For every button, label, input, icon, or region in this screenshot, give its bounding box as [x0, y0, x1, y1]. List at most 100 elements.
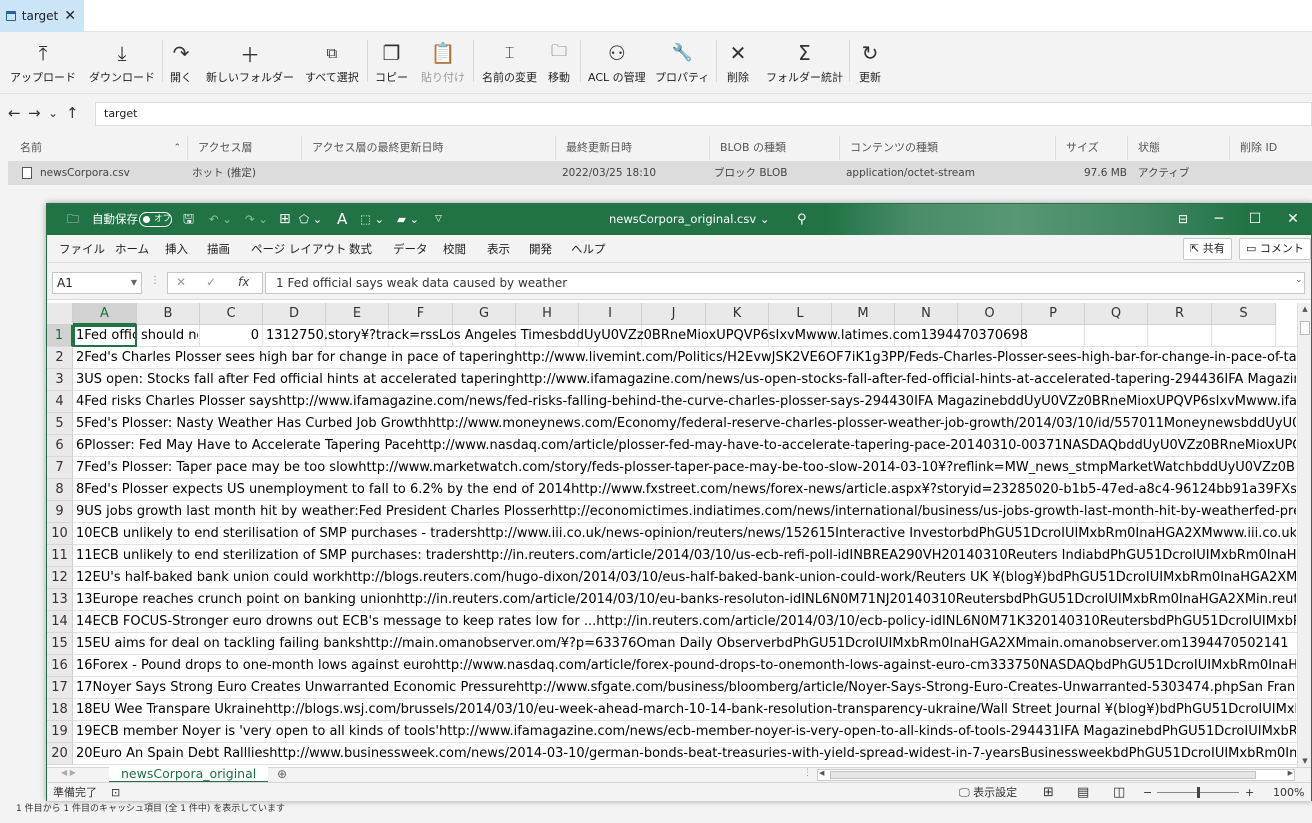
column-header-g[interactable]: G [453, 303, 516, 325]
column-size[interactable]: サイズ [1056, 136, 1128, 160]
column-header-m[interactable]: M [832, 303, 895, 325]
select-all-button[interactable]: ⧉ すべて選択 [305, 40, 359, 90]
column-tier-modified[interactable]: アクセス層の最終更新日時 [302, 136, 556, 160]
comment-button[interactable]: ▭ コメント [1239, 238, 1311, 260]
column-header-o[interactable]: O [958, 303, 1022, 325]
manage-acl-button[interactable]: ⚇ ACL の管理 [588, 40, 646, 90]
tab-developer[interactable]: 開発 [529, 235, 552, 263]
row-text[interactable]: 16Forex - Pound drops to one-month lows … [76, 655, 1296, 677]
redo-icon[interactable]: ↷ ⌄ [245, 204, 268, 235]
row-text[interactable]: 9US jobs growth last month hit by weathe… [76, 501, 1296, 523]
row-header-7[interactable]: 7 [47, 457, 73, 479]
customize-qat-icon[interactable]: ▽ [435, 204, 442, 235]
forward-arrow-icon[interactable]: → [28, 104, 41, 122]
vertical-scrollbar[interactable]: ▲ ▼ [1297, 303, 1311, 767]
row-header-10[interactable]: 10 [47, 523, 73, 545]
formula-input[interactable]: 1 Fed official says weak data caused by … [265, 272, 1305, 294]
column-header-a[interactable]: A [73, 303, 137, 325]
table-icon[interactable]: ⊞ [279, 204, 291, 235]
ribbon-display-icon[interactable]: ⊟ [1165, 204, 1201, 235]
row-text[interactable]: 13Europe reaches crunch point on banking… [76, 589, 1296, 611]
row-header-20[interactable]: 20 [47, 743, 73, 765]
zoom-out-icon[interactable]: − [1143, 783, 1152, 802]
row-text[interactable]: 8Fed's Plosser expects US unemployment t… [76, 479, 1296, 501]
row-header-16[interactable]: 16 [47, 655, 73, 677]
font-icon[interactable]: A [337, 204, 347, 235]
tab-draw[interactable]: 描画 [207, 235, 230, 263]
open-button[interactable]: ↷ 開く [170, 40, 192, 90]
zoom-in-icon[interactable]: + [1245, 783, 1254, 802]
scroll-left-icon[interactable]: ◀ [819, 769, 824, 777]
undo-icon[interactable]: ↶ ⌄ [209, 204, 232, 235]
autosave-toggle[interactable]: オフ [139, 212, 172, 227]
tab-data[interactable]: データ [393, 235, 428, 263]
share-button[interactable]: ⇱ 共有 [1183, 238, 1232, 260]
refresh-button[interactable]: ↻ 更新 [859, 40, 881, 90]
enter-icon[interactable]: ✓ [206, 275, 216, 289]
column-blob-type[interactable]: BLOB の種類 [710, 136, 840, 160]
save-icon[interactable]: 🖫 [183, 204, 194, 235]
insert-function-icon[interactable]: fx [238, 275, 249, 289]
shapes-icon[interactable]: ⬠ ⌄ [299, 204, 322, 235]
row-header-2[interactable]: 2 [47, 347, 73, 369]
normal-view-icon[interactable]: ⊞ [1043, 783, 1054, 802]
column-header-c[interactable]: C [200, 303, 263, 325]
zoom-slider-thumb[interactable] [1197, 787, 1200, 798]
name-box[interactable]: A1 ▼ [52, 272, 142, 294]
column-header-s[interactable]: S [1212, 303, 1276, 325]
worksheet-grid[interactable]: ABCDEFGHIJKLMNOPQRS 11Fed officshould no… [47, 303, 1311, 767]
close-icon[interactable]: ✕ [1275, 204, 1311, 235]
fill-color-icon[interactable]: ▰ ⌄ [397, 204, 419, 235]
column-status[interactable]: 状態 [1128, 136, 1230, 160]
row-text[interactable]: 19ECB member Noyer is 'very open to all … [76, 721, 1296, 743]
row-header-6[interactable]: 6 [47, 435, 73, 457]
column-header-d[interactable]: D [263, 303, 326, 325]
add-sheet-icon[interactable]: ⊕ [277, 767, 287, 781]
column-header-j[interactable]: J [642, 303, 706, 325]
row-text[interactable]: 18EU Wee Transpare Ukrainehttp://blogs.w… [76, 699, 1296, 721]
sheet-nav-icon[interactable]: ◀ ▶ [61, 768, 76, 777]
cell-d1[interactable]: 1312750.story¥?track=rssLos Angeles Time… [266, 325, 1311, 347]
display-settings[interactable]: 🖵 表示設定 [959, 783, 1017, 802]
column-header-h[interactable]: H [516, 303, 579, 325]
search-icon[interactable]: ⚲ [797, 204, 807, 235]
row-header-19[interactable]: 19 [47, 721, 73, 743]
minimize-icon[interactable]: ─ [1201, 204, 1237, 235]
row-header-9[interactable]: 9 [47, 501, 73, 523]
cell-b1[interactable]: should no [141, 325, 198, 347]
accessibility-icon[interactable]: ⊡ [111, 783, 120, 802]
border-icon[interactable]: ⬚ ⌄ [360, 204, 384, 235]
row-header-15[interactable]: 15 [47, 633, 73, 655]
up-arrow-icon[interactable]: ↑ [66, 104, 79, 122]
row-header-14[interactable]: 14 [47, 611, 73, 633]
scroll-down-icon[interactable]: ▼ [1300, 757, 1310, 765]
row-header-11[interactable]: 11 [47, 545, 73, 567]
page-break-view-icon[interactable]: ◫ [1113, 783, 1125, 802]
paste-button[interactable]: 📋 貼り付け [421, 40, 465, 90]
row-text[interactable]: 2Fed's Charles Plosser sees high bar for… [76, 347, 1296, 369]
row-text[interactable]: 14ECB FOCUS-Stronger euro drowns out ECB… [76, 611, 1296, 633]
column-header-e[interactable]: E [326, 303, 389, 325]
split-handle-icon[interactable]: ⋮ [803, 768, 812, 778]
column-header-f[interactable]: F [389, 303, 453, 325]
row-text[interactable]: 7Fed's Plosser: Taper pace may be too sl… [76, 457, 1296, 479]
close-icon[interactable]: ✕ [64, 8, 76, 24]
tab-help[interactable]: ヘルプ [571, 235, 606, 263]
row-text[interactable]: 17Noyer Says Strong Euro Creates Unwarra… [76, 677, 1296, 699]
rename-button[interactable]: ⌶ 名前の変更 [482, 40, 537, 90]
tab-formulas[interactable]: 数式 [349, 235, 372, 263]
tab-insert[interactable]: 挿入 [165, 235, 188, 263]
row-header-8[interactable]: 8 [47, 479, 73, 501]
tab-review[interactable]: 校閲 [443, 235, 466, 263]
row-header-4[interactable]: 4 [47, 391, 73, 413]
move-button[interactable]: 🗀 移動 [548, 40, 570, 90]
column-header-l[interactable]: L [769, 303, 832, 325]
column-header-k[interactable]: K [706, 303, 769, 325]
address-input[interactable]: target [95, 102, 1312, 126]
tab-file[interactable]: ファイル [59, 235, 105, 263]
row-header-12[interactable]: 12 [47, 567, 73, 589]
tab-home[interactable]: ホーム [115, 235, 149, 263]
column-access-tier[interactable]: アクセス層 [188, 136, 302, 160]
column-header-r[interactable]: R [1148, 303, 1212, 325]
column-header-p[interactable]: P [1022, 303, 1085, 325]
